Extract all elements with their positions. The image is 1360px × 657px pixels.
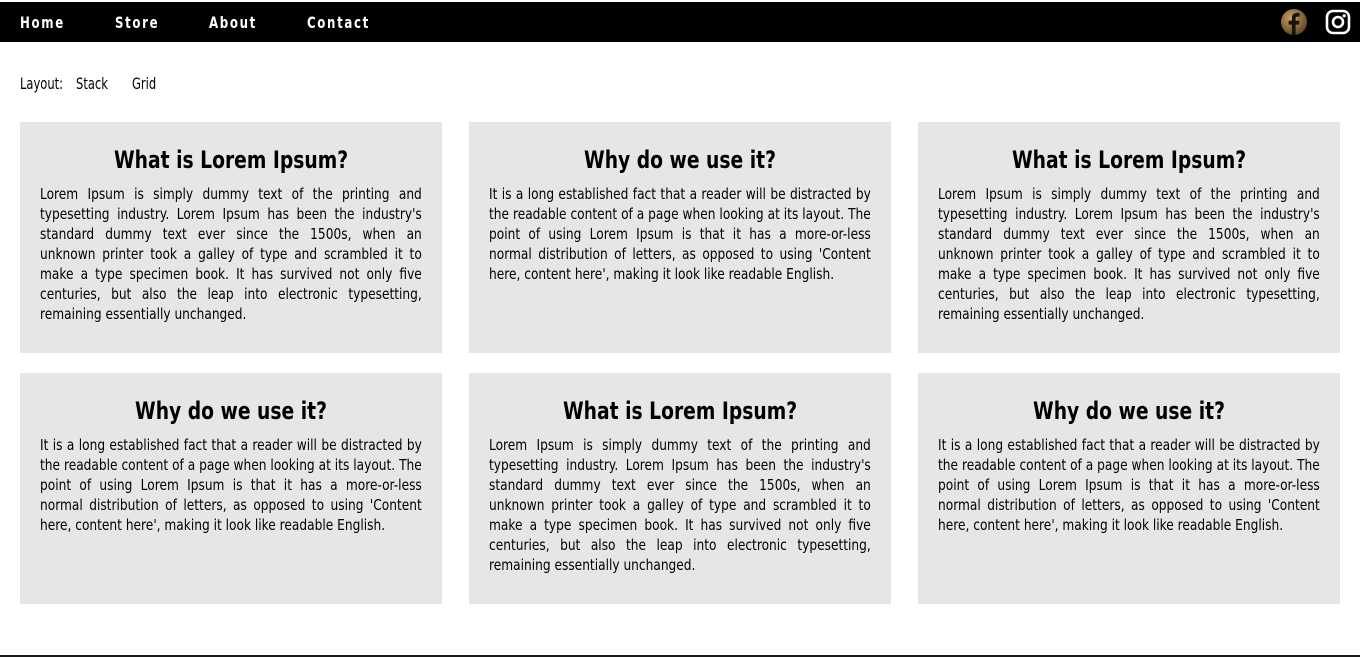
nav-link-store[interactable]: Store	[115, 13, 159, 32]
layout-switcher: Layout: Stack Grid	[20, 72, 188, 94]
nav-link-home[interactable]: Home	[20, 13, 65, 32]
card: Why do we use it? It is a long establish…	[918, 373, 1340, 604]
instagram-icon[interactable]	[1324, 8, 1352, 36]
card-text: Lorem Ipsum is simply dummy text of the …	[489, 436, 871, 574]
top-navbar: Home Store About Contact	[0, 2, 1360, 42]
nav-links: Home Store About Contact	[0, 2, 424, 42]
card-text: Lorem Ipsum is simply dummy text of the …	[40, 185, 422, 323]
card-text: It is a long established fact that a rea…	[40, 436, 422, 534]
card-title: What is Lorem Ipsum?	[562, 397, 798, 425]
card-title: Why do we use it?	[135, 397, 327, 425]
card-title: Why do we use it?	[1033, 397, 1225, 425]
card: What is Lorem Ipsum? Lorem Ipsum is simp…	[469, 373, 891, 604]
card-grid: What is Lorem Ipsum? Lorem Ipsum is simp…	[20, 122, 1340, 604]
facebook-icon[interactable]	[1280, 8, 1308, 36]
nav-link-contact[interactable]: Contact	[307, 13, 370, 32]
card-title: Why do we use it?	[584, 146, 776, 174]
layout-option-grid[interactable]: Grid	[132, 74, 172, 93]
layout-label: Layout:	[20, 73, 64, 93]
card-text: It is a long established fact that a rea…	[938, 436, 1320, 534]
social-icons	[1280, 8, 1352, 36]
card: What is Lorem Ipsum? Lorem Ipsum is simp…	[918, 122, 1340, 353]
card: What is Lorem Ipsum? Lorem Ipsum is simp…	[20, 122, 442, 353]
card-title: What is Lorem Ipsum?	[1011, 146, 1247, 174]
card: Why do we use it? It is a long establish…	[20, 373, 442, 604]
card-text: It is a long established fact that a rea…	[489, 185, 871, 283]
nav-link-about[interactable]: About	[209, 13, 257, 32]
card-text: Lorem Ipsum is simply dummy text of the …	[938, 185, 1320, 323]
card-title: What is Lorem Ipsum?	[113, 146, 349, 174]
card: Why do we use it? It is a long establish…	[469, 122, 891, 353]
layout-option-stack[interactable]: Stack	[76, 74, 116, 93]
